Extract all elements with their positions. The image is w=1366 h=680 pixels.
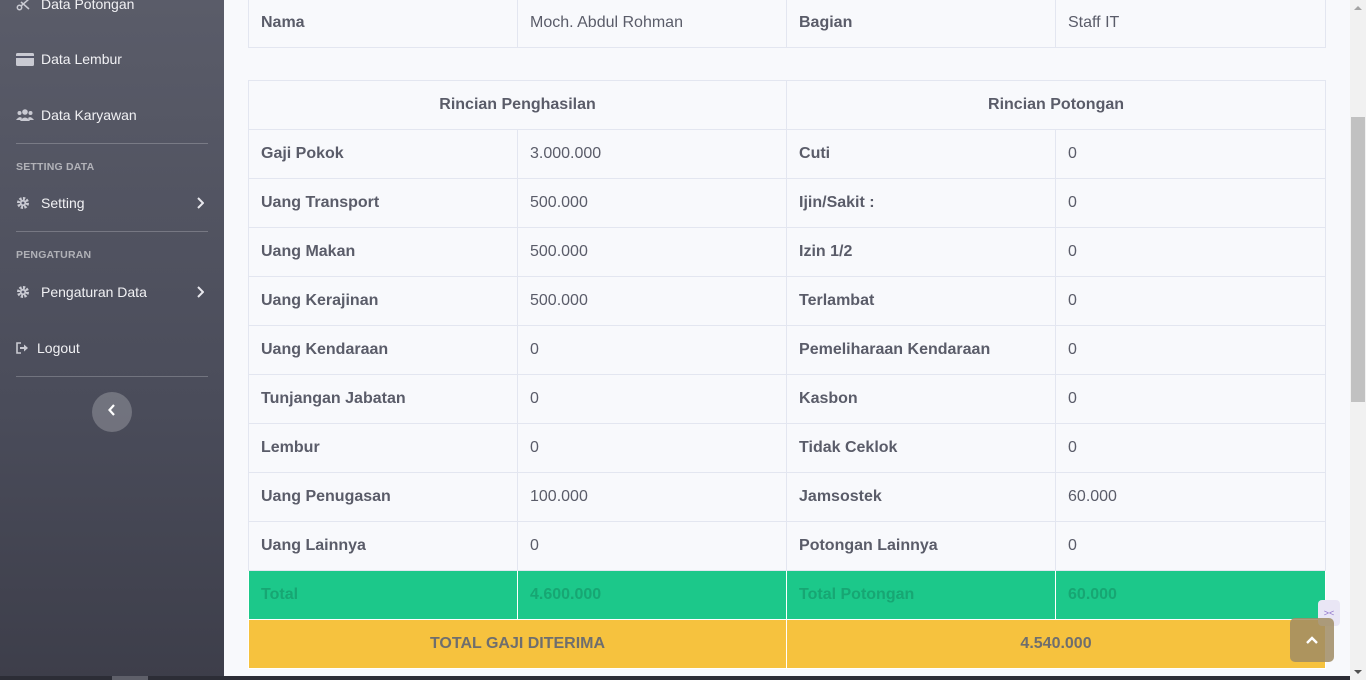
table-row: Uang Lainnya 0 Potongan Lainnya 0 — [248, 521, 1327, 571]
name-label: Nama — [248, 0, 518, 48]
table-row: Nama Moch. Abdul Rohman Bagian Staff IT — [248, 0, 1326, 48]
sidebar-item-data-karyawan[interactable]: Data Karyawan — [0, 97, 224, 133]
chevron-right-icon — [196, 285, 205, 301]
scroll-thumb[interactable] — [1351, 117, 1365, 402]
deduction-label: Ijin/Sakit : — [786, 178, 1057, 228]
total-income-value: 4.600.000 — [516, 570, 788, 620]
deduction-label: Cuti — [786, 129, 1057, 179]
deduction-value: 0 — [1055, 325, 1327, 375]
income-label: Uang Kendaraan — [248, 325, 518, 375]
income-header: Rincian Penghasilan — [247, 80, 788, 130]
main-content: Nama Moch. Abdul Rohman Bagian Staff IT … — [224, 0, 1350, 680]
sidebar-divider — [16, 143, 208, 144]
scissors-icon — [16, 0, 36, 12]
table-header-row: Rincian Penghasilan Rincian Potongan — [247, 80, 1327, 130]
bottom-edge — [0, 676, 1350, 680]
sidebar-heading-setting-data: SETTING DATA — [16, 161, 95, 173]
scroll-up-arrow-icon[interactable] — [1354, 6, 1362, 10]
table-row: Uang Transport 500.000 Ijin/Sakit :0 — [248, 178, 1327, 228]
deduction-label: Izin 1/2 — [786, 227, 1057, 277]
gear-icon — [16, 284, 36, 300]
card-icon — [16, 51, 36, 67]
department-value: Staff IT — [1055, 0, 1326, 48]
chevron-up-icon — [1306, 631, 1318, 649]
deduction-label: Kasbon — [786, 374, 1057, 424]
logout-icon — [16, 340, 32, 356]
sidebar-heading-pengaturan: PENGATURAN — [16, 249, 92, 261]
table-row: Gaji Pokok 3.000.000 Cuti 0 — [248, 129, 1327, 179]
deduction-label: Jamsostek — [786, 472, 1057, 522]
deduction-value: 60.000 — [1055, 472, 1327, 522]
income-value: 100.000 — [516, 472, 788, 522]
users-icon — [16, 107, 36, 123]
chevron-right-icon — [196, 196, 205, 212]
income-value: 0 — [516, 374, 788, 424]
chevron-left-icon — [108, 403, 116, 421]
income-value: 500.000 — [516, 276, 788, 326]
table-row: Uang Makan 500.000 Izin 1/2 0 — [248, 227, 1327, 277]
income-label: Uang Lainnya — [248, 521, 518, 571]
grand-total-value: 4.540.000 — [786, 619, 1327, 669]
income-value: 500.000 — [516, 227, 788, 277]
gear-icon — [16, 195, 36, 211]
department-label: Bagian — [786, 0, 1056, 48]
income-label: Uang Penugasan — [248, 472, 518, 522]
deduction-value: 0 — [1055, 276, 1327, 326]
deduction-value: 0 — [1055, 227, 1327, 277]
total-deduction-value: 60.000 — [1055, 570, 1327, 620]
total-income-label: Total — [248, 570, 518, 620]
sidebar-item-label: Setting — [41, 195, 85, 211]
total-row: Total 4.600.000 Total Potongan 60.000 — [248, 570, 1327, 620]
income-label: Tunjangan Jabatan — [248, 374, 518, 424]
income-value: 0 — [516, 325, 788, 375]
deduction-label: Pemeliharaan Kendaraan — [786, 325, 1057, 375]
sidebar-toggle-button[interactable] — [92, 392, 132, 432]
table-row: Tunjangan Jabatan 0 Kasbon 0 — [248, 374, 1327, 424]
income-label: Lembur — [248, 423, 518, 473]
sidebar-item-data-potongan[interactable]: Data Potongan — [0, 0, 224, 22]
deduction-label: Tidak Ceklok — [786, 423, 1057, 473]
vertical-scrollbar[interactable] — [1350, 0, 1366, 680]
sidebar-item-label: Data Potongan — [41, 0, 135, 12]
income-value: 3.000.000 — [516, 129, 788, 179]
sidebar-item-label: Data Lembur — [41, 51, 122, 67]
deduction-value: 0 — [1055, 178, 1327, 228]
deduction-value: 0 — [1055, 423, 1327, 473]
income-label: Uang Makan — [248, 227, 518, 277]
income-label: Uang Transport — [248, 178, 518, 228]
salary-detail-table: Rincian Penghasilan Rincian Potongan Gaj… — [247, 80, 1327, 669]
table-row: Uang Penugasan 100.000 Jamsostek 60.000 — [248, 472, 1327, 522]
income-label: Uang Kerajinan — [248, 276, 518, 326]
table-row: Uang Kendaraan 0 Pemeliharaan Kendaraan 0 — [248, 325, 1327, 375]
deduction-value: 0 — [1055, 521, 1327, 571]
income-value: 0 — [516, 521, 788, 571]
sidebar-item-label: Pengaturan Data — [41, 284, 147, 300]
deduction-value: 0 — [1055, 374, 1327, 424]
grand-total-label: TOTAL GAJI DITERIMA — [247, 619, 788, 669]
table-row: Lembur 0 Tidak Ceklok 0 — [248, 423, 1327, 473]
sidebar: Data Potongan Data Lembur Data Karyawan … — [0, 0, 224, 680]
name-value: Moch. Abdul Rohman — [517, 0, 787, 48]
sidebar-item-pengaturan-data[interactable]: Pengaturan Data — [0, 274, 224, 310]
income-value: 500.000 — [516, 178, 788, 228]
income-value: 0 — [516, 423, 788, 473]
deduction-label: Potongan Lainnya — [786, 521, 1057, 571]
grand-total-row: TOTAL GAJI DITERIMA 4.540.000 — [247, 619, 1327, 669]
sidebar-item-setting[interactable]: Setting — [0, 185, 224, 221]
sidebar-divider — [16, 231, 208, 232]
income-label: Gaji Pokok — [248, 129, 518, 179]
deduction-label: Terlambat — [786, 276, 1057, 326]
sidebar-item-data-lembur[interactable]: Data Lembur — [0, 41, 224, 77]
sidebar-item-label: Logout — [37, 340, 80, 356]
deduction-value: 0 — [1055, 129, 1327, 179]
scroll-down-arrow-icon[interactable] — [1354, 670, 1362, 674]
deduction-header: Rincian Potongan — [786, 80, 1327, 130]
sidebar-item-logout[interactable]: Logout — [0, 330, 224, 366]
sidebar-divider — [16, 376, 208, 377]
sidebar-item-label: Data Karyawan — [41, 107, 137, 123]
scroll-to-top-button[interactable] — [1290, 618, 1334, 662]
employee-info-table: Nama Moch. Abdul Rohman Bagian Staff IT — [248, 0, 1326, 48]
table-row: Uang Kerajinan 500.000 Terlambat 0 — [248, 276, 1327, 326]
total-deduction-label: Total Potongan — [786, 570, 1057, 620]
